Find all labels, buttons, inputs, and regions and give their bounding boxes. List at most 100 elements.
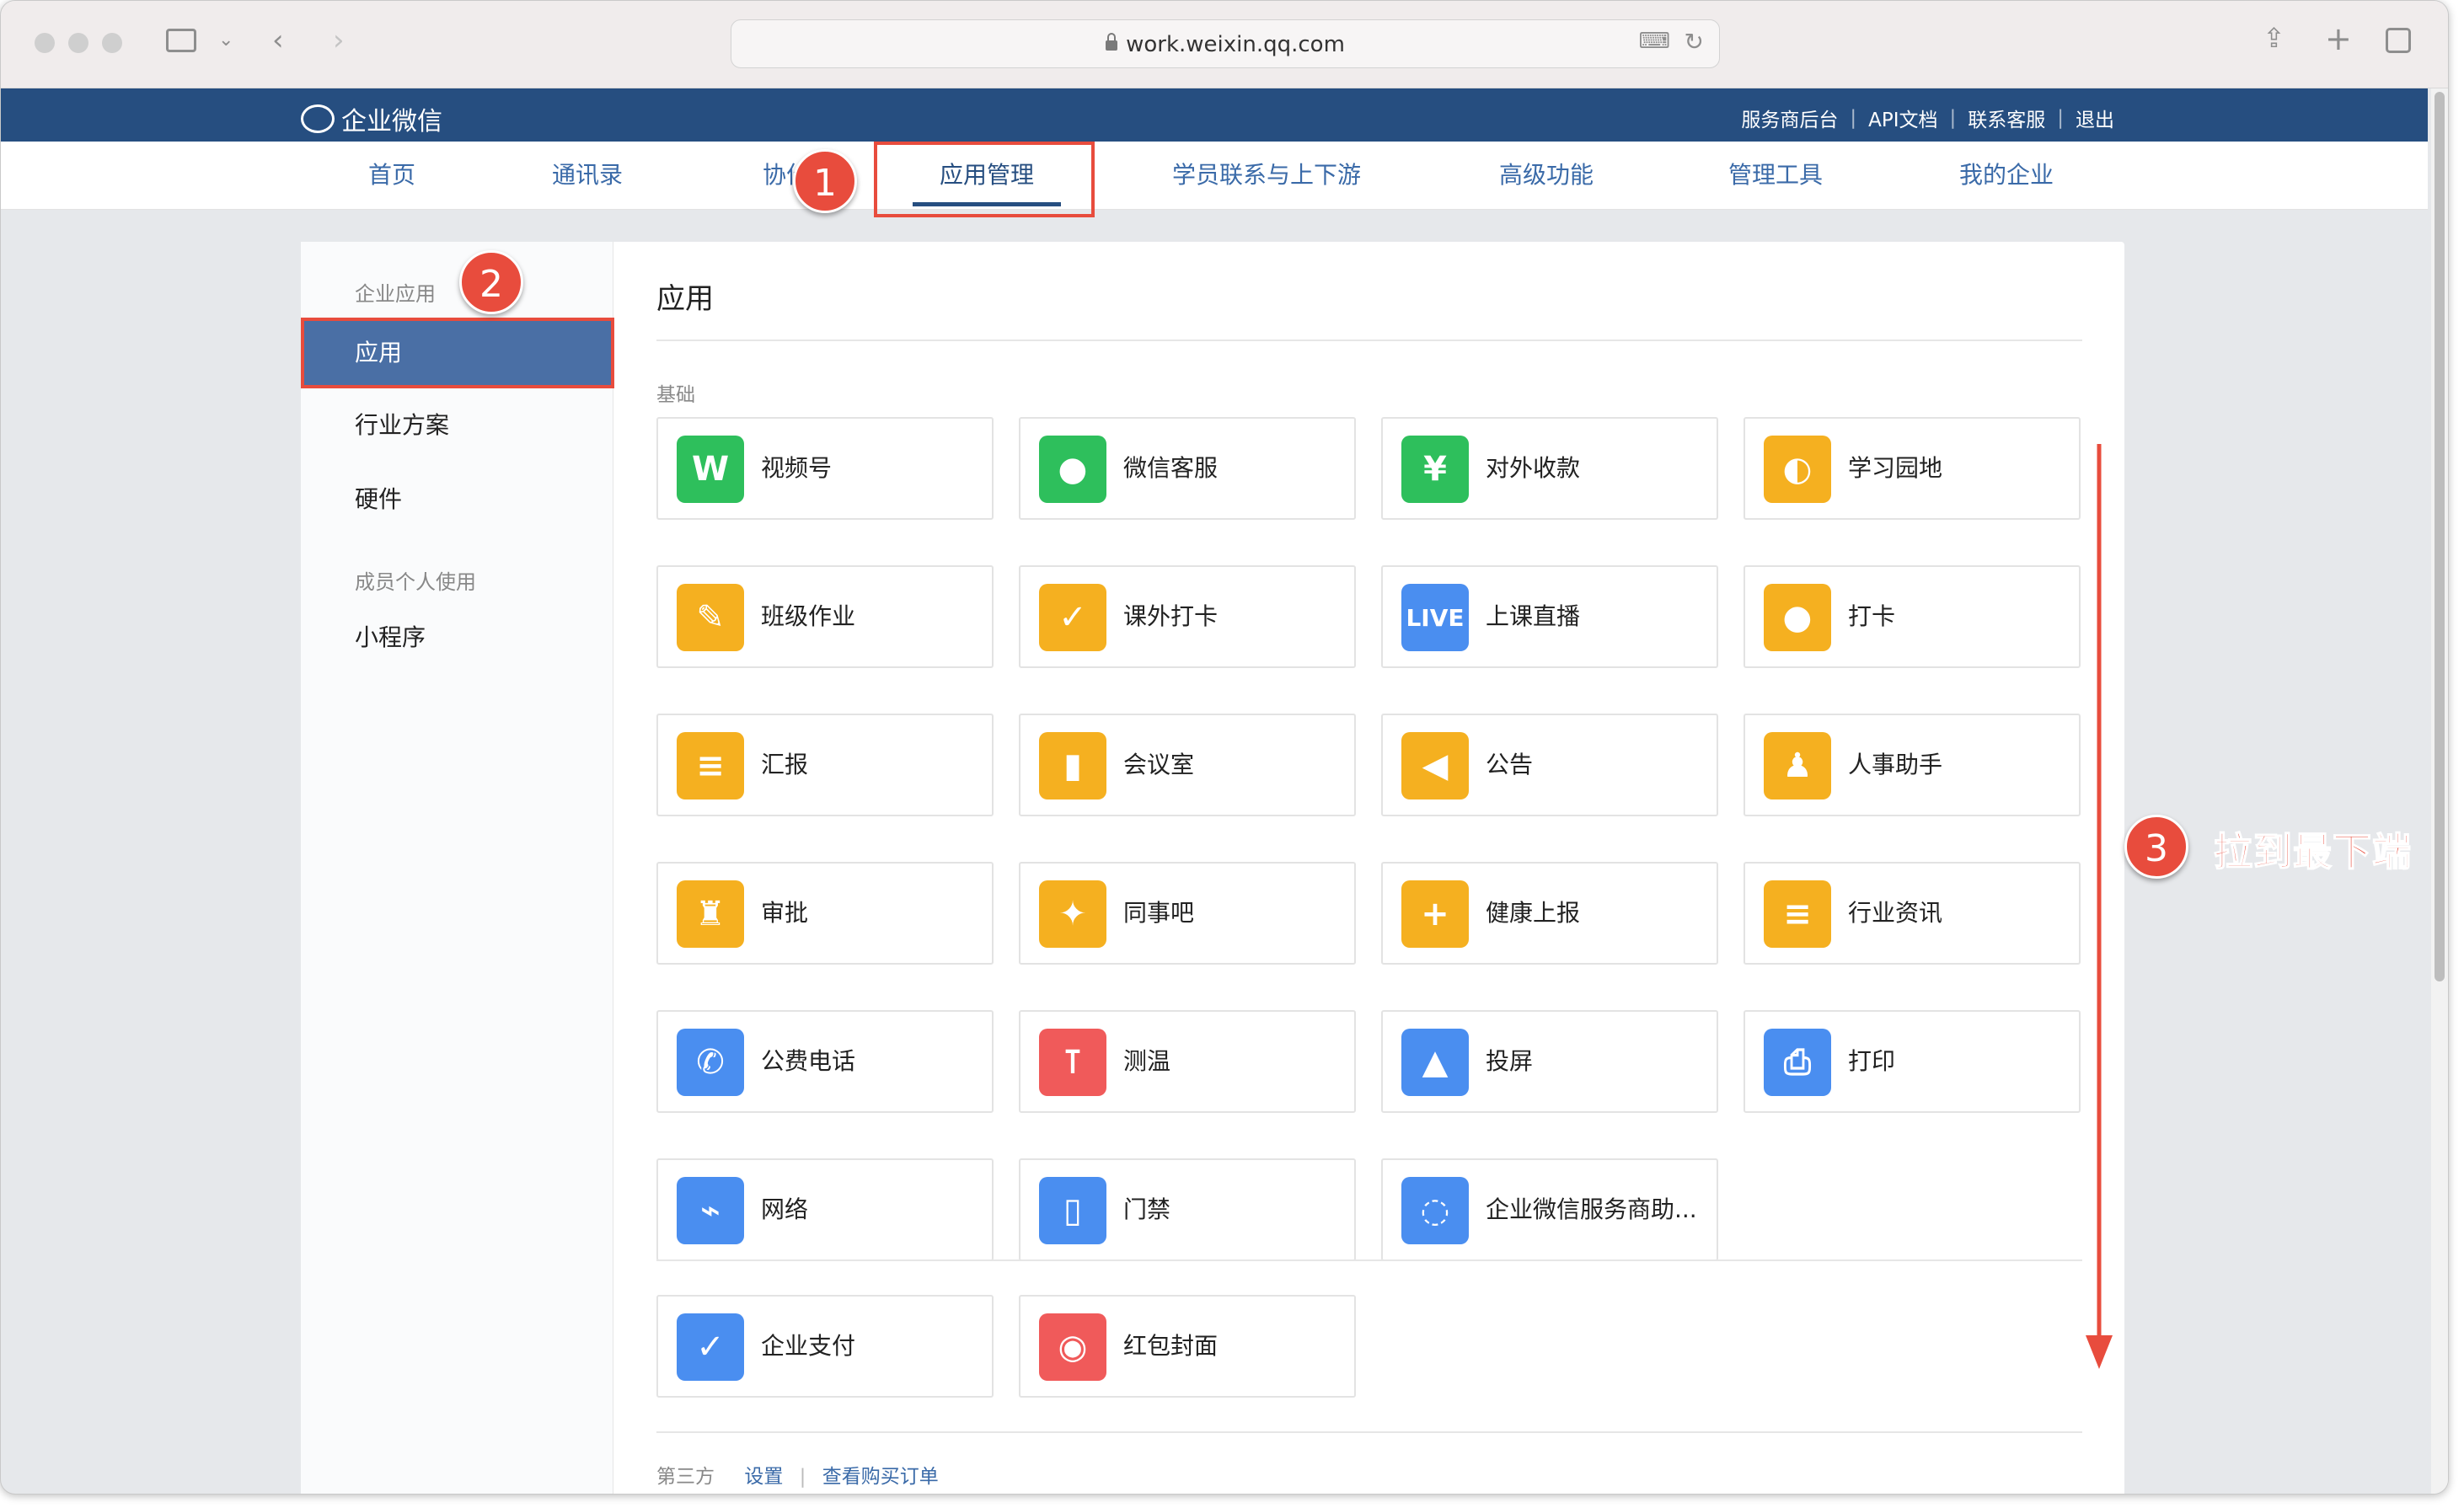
zoom-window-button[interactable] — [102, 33, 122, 53]
sidebar-toggle-icon[interactable] — [166, 29, 196, 52]
chat-bubble-icon: ◌ — [1401, 1177, 1469, 1244]
app-tile[interactable]: ≡ 汇报 — [656, 714, 994, 816]
sidebar-section-personal-use: 成员个人使用 — [355, 570, 476, 594]
nav-admin-tools[interactable]: 管理工具 — [1728, 142, 1823, 209]
app-tile[interactable]: ▮ 会议室 — [1019, 714, 1356, 816]
translate-icon[interactable]: ⌨ — [1638, 30, 1670, 52]
printer-icon: ⎙ — [1764, 1029, 1831, 1096]
app-tile[interactable]: ✆ 公费电话 — [656, 1010, 994, 1113]
red-packet-icon: ◉ — [1039, 1313, 1106, 1381]
logo[interactable]: 企业微信 — [301, 100, 442, 137]
sidebar-item-mini-programs[interactable]: 小程序 — [301, 604, 613, 671]
nav-contacts[interactable]: 通讯录 — [552, 142, 623, 209]
reload-icon[interactable]: ↻ — [1685, 30, 1704, 54]
view-orders-link[interactable]: 查看购买订单 — [822, 1466, 939, 1488]
app-tile-label: 行业资讯 — [1848, 899, 1943, 927]
app-tile[interactable]: ♟ 人事助手 — [1744, 714, 2081, 816]
url-text: work.weixin.qq.com — [1126, 32, 1345, 57]
app-tile-label: 班级作业 — [761, 602, 856, 630]
scrollbar-thumb[interactable] — [2435, 92, 2445, 981]
app-tile-label: 人事助手 — [1848, 751, 1943, 778]
app-tile[interactable]: LIVE 上课直播 — [1381, 565, 1718, 668]
phone-icon: ✆ — [677, 1029, 744, 1096]
sidebar-section-enterprise-apps: 企业应用 — [355, 282, 436, 306]
highlight-box-apps — [301, 318, 614, 388]
nav-home[interactable]: 首页 — [368, 142, 415, 209]
link-logout[interactable]: 退出 — [2076, 104, 2114, 132]
app-tile-label: 公告 — [1486, 751, 1534, 778]
app-tile-label: 红包封面 — [1123, 1332, 1219, 1360]
router-icon: ⌁ — [677, 1177, 744, 1244]
app-tile[interactable]: ✎ 班级作业 — [656, 565, 994, 668]
news-icon: ≡ — [1764, 880, 1831, 948]
app-tile[interactable]: ✓ 企业支付 — [656, 1295, 994, 1398]
main-nav: 首页 通讯录 协作 应用管理 学员联系与上下游 高级功能 管理工具 我的企业 — [1, 142, 2428, 210]
app-tile-label: 微信客服 — [1123, 454, 1219, 482]
stamp-icon: ♜ — [677, 880, 744, 948]
link-api-docs[interactable]: API文档 — [1868, 104, 1937, 132]
sidebar-item-industry-solutions[interactable]: 行业方案 — [301, 392, 613, 459]
third-party-row: 第三方 设置 | 查看购买订单 — [656, 1466, 939, 1488]
share-icon[interactable]: ⇪ — [2263, 24, 2285, 51]
step-badge-2: 2 — [459, 250, 523, 314]
app-tile[interactable]: ▯ 门禁 — [1019, 1158, 1356, 1261]
app-tile[interactable]: W 视频号 — [656, 417, 994, 520]
live-icon: LIVE — [1401, 584, 1469, 651]
highlight-box-app-management — [874, 142, 1095, 217]
app-tile-label: 公费电话 — [761, 1047, 856, 1075]
link-contact-support[interactable]: 联系客服 — [1968, 104, 2045, 132]
page-scrollbar[interactable] — [2431, 88, 2448, 1494]
app-tile[interactable]: ⌁ 网络 — [656, 1158, 994, 1261]
app-tile[interactable]: ⎙ 打印 — [1744, 1010, 2081, 1113]
address-bar[interactable]: work.weixin.qq.com ⌨ ↻ — [731, 19, 1720, 68]
nav-advanced[interactable]: 高级功能 — [1499, 142, 1594, 209]
network-icon: ✦ — [1039, 880, 1106, 948]
app-tile[interactable]: ¥ 对外收款 — [1381, 417, 1718, 520]
app-tile[interactable]: ◐ 学习园地 — [1744, 417, 2081, 520]
sidebar-item-hardware[interactable]: 硬件 — [301, 466, 613, 533]
third-party-settings-link[interactable]: 设置 — [744, 1466, 783, 1488]
link-service-provider[interactable]: 服务商后台 — [1741, 104, 1838, 132]
app-tile-label: 会议室 — [1123, 751, 1195, 778]
forward-icon[interactable]: › — [333, 26, 345, 55]
instruction-scroll-to-bottom: 拉到最下端 — [2213, 828, 2412, 875]
chevron-down-icon[interactable]: ⌄ — [218, 31, 233, 50]
new-tab-icon[interactable]: + — [2325, 23, 2352, 55]
tab-overview-icon[interactable] — [2386, 28, 2411, 53]
back-icon[interactable]: ‹ — [272, 26, 284, 55]
enterprise-pay-icon: ✓ — [677, 1313, 744, 1381]
logo-text: 企业微信 — [341, 107, 442, 136]
section-divider — [656, 1259, 2082, 1261]
app-tile[interactable]: ♜ 审批 — [656, 862, 994, 965]
app-tile[interactable]: ◌ 企业微信服务商助... — [1381, 1158, 1718, 1261]
close-window-button[interactable] — [35, 33, 55, 53]
app-tile[interactable]: ✓ 课外打卡 — [1019, 565, 1356, 668]
app-tile-label: 同事吧 — [1123, 899, 1195, 927]
site-header: 企业微信 服务商后台 | API文档 | 联系客服 | 退出 — [1, 88, 2428, 142]
step-badge-1: 1 — [793, 149, 857, 213]
app-tile[interactable]: ● 微信客服 — [1019, 417, 1356, 520]
app-tile[interactable]: ≡ 行业资讯 — [1744, 862, 2081, 965]
step-badge-3: 3 — [2124, 815, 2188, 879]
app-tile-label: 课外打卡 — [1123, 602, 1219, 630]
planet-icon: ◐ — [1764, 436, 1831, 503]
app-tile[interactable]: ◉ 红包封面 — [1019, 1295, 1356, 1398]
location-pin-icon: ● — [1764, 584, 1831, 651]
nav-students-upstream[interactable]: 学员联系与上下游 — [1172, 142, 1361, 209]
app-tile[interactable]: ⊺ 测温 — [1019, 1010, 1356, 1113]
content-card: 企业应用 应用 行业方案 硬件 成员个人使用 小程序 应用 基础 W 视频号 ● 微信… — [301, 242, 2124, 1494]
nav-my-enterprise[interactable]: 我的企业 — [1959, 142, 2054, 209]
megaphone-icon: ◀ — [1401, 732, 1469, 799]
thermometer-icon: ⊺ — [1039, 1029, 1106, 1096]
minimize-window-button[interactable] — [68, 33, 88, 53]
app-tile[interactable]: ◀ 公告 — [1381, 714, 1718, 816]
app-tile[interactable]: ▲ 投屏 — [1381, 1010, 1718, 1113]
homework-icon: ✎ — [677, 584, 744, 651]
app-tile-label: 上课直播 — [1486, 602, 1581, 630]
app-tile[interactable]: ● 打卡 — [1744, 565, 2081, 668]
screencast-icon: ▲ — [1401, 1029, 1469, 1096]
app-tile[interactable]: ✦ 同事吧 — [1019, 862, 1356, 965]
section-label-basics: 基础 — [656, 384, 695, 406]
browser-toolbar: ⌄ ‹ › work.weixin.qq.com ⌨ ↻ ⇪ + — [1, 1, 2448, 88]
app-tile[interactable]: + 健康上报 — [1381, 862, 1718, 965]
